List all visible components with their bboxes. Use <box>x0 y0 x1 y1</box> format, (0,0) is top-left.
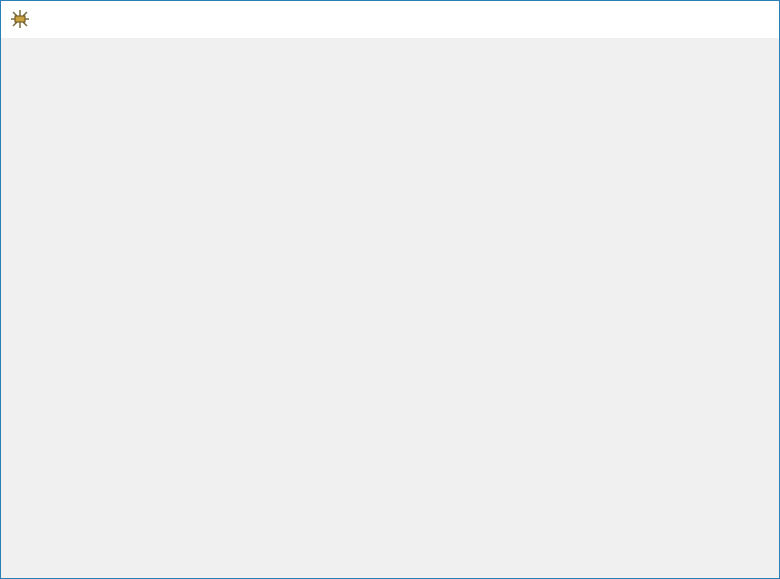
window-border <box>0 0 780 579</box>
title-bar[interactable] <box>0 0 780 38</box>
app-logo-icon <box>11 10 29 28</box>
